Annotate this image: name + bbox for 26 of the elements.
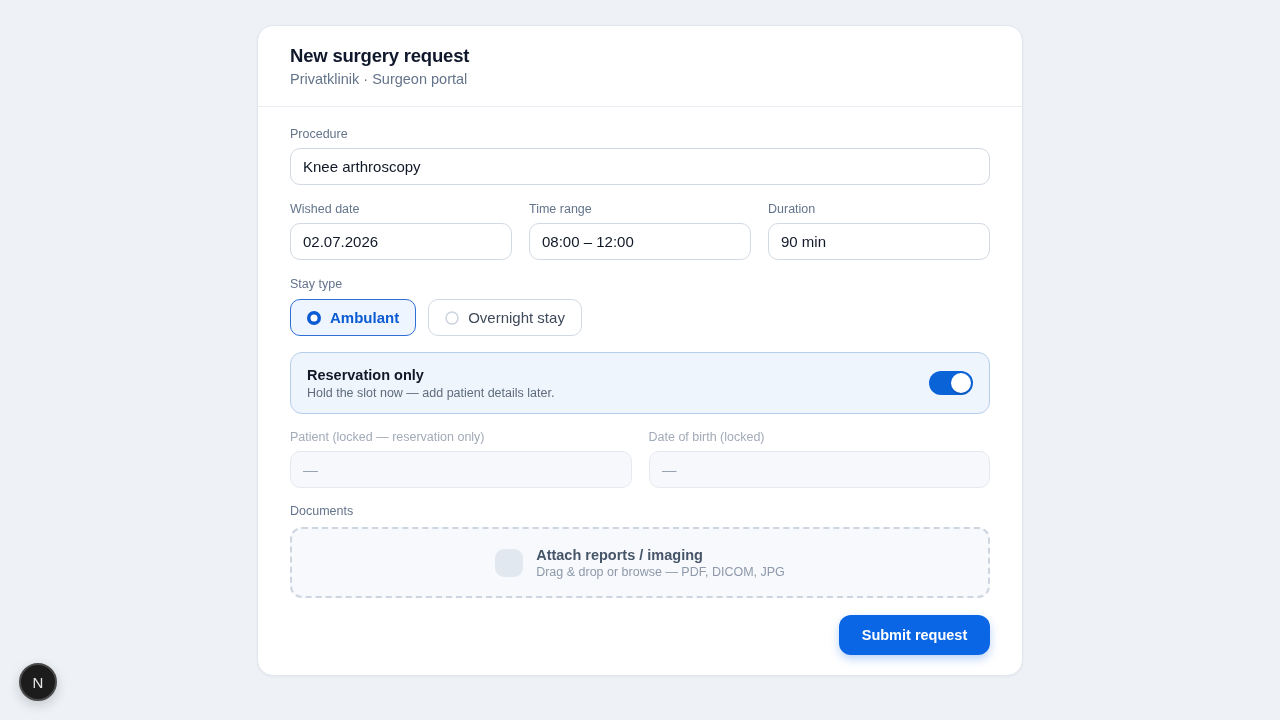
file-drop-zone[interactable]: Attach reports / imaging Drag & drop or browse — PDF, DICOM, JPG bbox=[290, 527, 990, 598]
drop-zone-hint: Drag & drop or browse — PDF, DICOM, JPG bbox=[536, 563, 785, 580]
dev-tools-button[interactable]: N bbox=[19, 663, 57, 701]
panel-title: Reservation only bbox=[307, 365, 424, 384]
form-subtitle: Privatklinik · Surgeon portal bbox=[290, 70, 468, 89]
submit-button[interactable]: Submit request bbox=[839, 615, 990, 655]
toggle-switch[interactable] bbox=[929, 371, 973, 395]
radio-option[interactable]: Ambulant bbox=[290, 299, 417, 336]
input-field[interactable]: 02.07.2026 bbox=[290, 223, 512, 260]
field-label: Duration bbox=[768, 202, 816, 216]
radio-icon bbox=[445, 310, 460, 325]
drop-zone-title: Attach reports / imaging bbox=[536, 545, 703, 564]
field-label: Date of birth (locked) bbox=[648, 430, 765, 444]
input-field[interactable]: Knee arthroscopy bbox=[290, 148, 990, 185]
field-label: Time range bbox=[529, 202, 592, 216]
field-label: Wished date bbox=[290, 202, 360, 216]
panel-description: Hold the slot now — add patient details later. bbox=[307, 384, 555, 401]
field-label: Stay type bbox=[290, 277, 343, 291]
field-label: Patient (locked — reservation only) bbox=[290, 430, 485, 444]
field-label: Procedure bbox=[290, 127, 348, 141]
input-field[interactable]: 90 min bbox=[768, 223, 990, 260]
form-title: New surgery request bbox=[290, 44, 470, 68]
radio-option[interactable]: Overnight stay bbox=[428, 299, 582, 336]
radio-icon bbox=[307, 310, 321, 325]
input-field[interactable]: 08:00 – 12:00 bbox=[529, 223, 751, 260]
field-label: Documents bbox=[290, 504, 354, 518]
